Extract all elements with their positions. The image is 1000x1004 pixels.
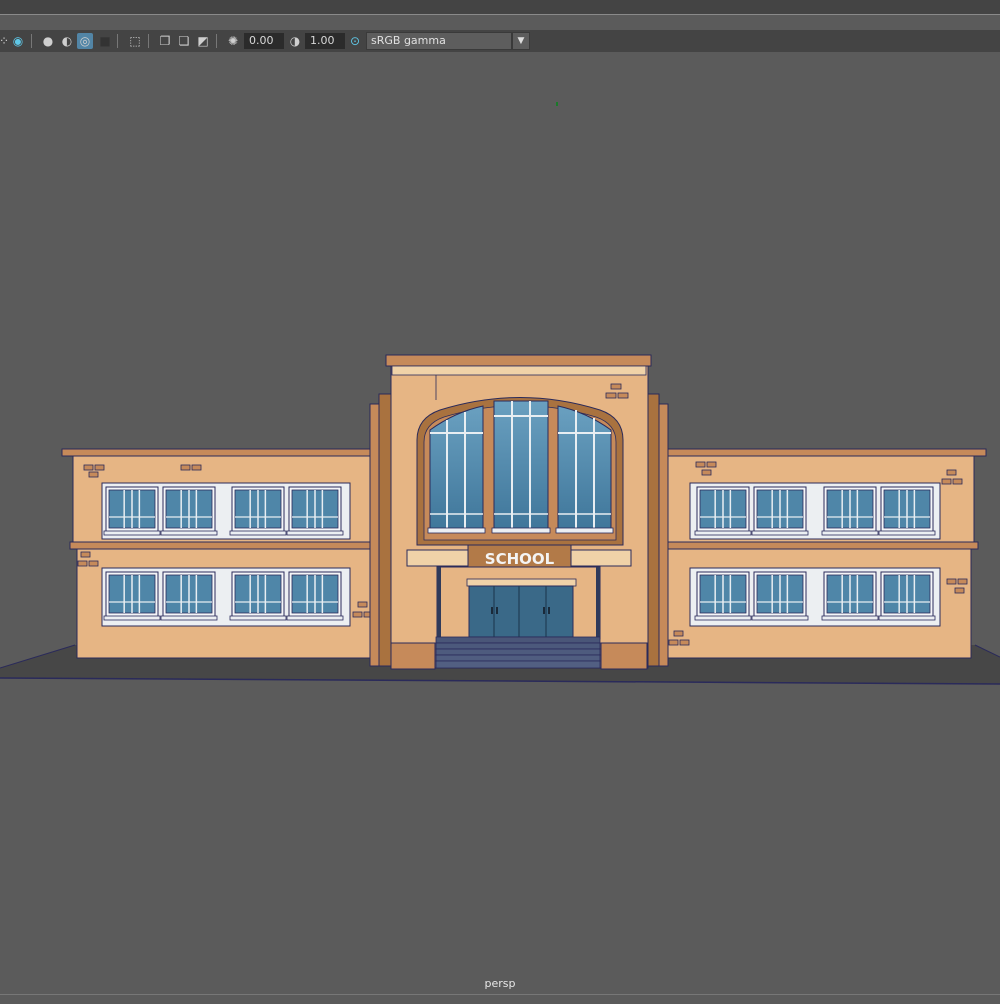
menu-strip	[0, 0, 1000, 15]
entrance-steps	[435, 636, 601, 669]
toolbar-separator	[148, 34, 149, 48]
chevron-down-icon[interactable]: ▼	[512, 32, 530, 50]
window	[878, 571, 936, 621]
window	[751, 486, 809, 536]
select-camera-icon[interactable]: ⬚	[127, 33, 143, 49]
window	[694, 571, 752, 621]
shaded-sphere-icon[interactable]: ●	[40, 33, 56, 49]
paste-icon[interactable]: ❏	[176, 33, 192, 49]
window	[160, 571, 218, 621]
window	[694, 486, 752, 536]
viewport-toolbar: ⁘ ◉ ● ◐ ◎ ■ ⬚ ❐ ❏ ◩ ✺ 0.00 ◑ 1.00 ⊙ sRGB…	[0, 30, 1000, 52]
toolbar-separator	[216, 34, 217, 48]
xray-icon[interactable]: ◉	[10, 33, 26, 49]
right-wing	[663, 448, 987, 659]
window	[103, 486, 161, 536]
exposure-icon[interactable]: ✺	[225, 33, 241, 49]
color-space-select[interactable]: sRGB gamma	[366, 32, 512, 50]
window	[103, 571, 161, 621]
window	[751, 571, 809, 621]
wireframe-sphere-icon[interactable]: ◐	[59, 33, 75, 49]
left-wing	[61, 448, 377, 659]
pivot-marker	[556, 102, 558, 106]
school-model[interactable]: SCHOOL	[0, 354, 1000, 685]
exposure-field[interactable]: 0.00	[244, 33, 284, 49]
color-management-icon[interactable]: ⊙	[347, 33, 363, 49]
toolbar-separator	[117, 34, 118, 48]
copy-icon[interactable]: ❐	[157, 33, 173, 49]
perspective-viewport[interactable]: SCHOOL	[0, 52, 1000, 1000]
isolate-icon[interactable]: ◎	[77, 33, 93, 49]
window	[286, 486, 344, 536]
entrance-doors	[468, 585, 574, 638]
viewport-border	[0, 994, 1000, 995]
viewport-canvas: SCHOOL	[0, 102, 1000, 685]
central-tower: SCHOOL	[369, 354, 669, 670]
window	[229, 571, 287, 621]
window	[286, 571, 344, 621]
gamma-icon[interactable]: ◑	[287, 33, 303, 49]
camera-label: persp	[484, 977, 516, 990]
resolution-gate-icon[interactable]: ◩	[195, 33, 211, 49]
window	[160, 486, 218, 536]
gamma-field[interactable]: 1.00	[305, 33, 345, 49]
school-sign: SCHOOL	[485, 550, 555, 568]
window	[878, 486, 936, 536]
toolbar-separator	[31, 34, 32, 48]
window	[821, 571, 879, 621]
grid-icon[interactable]: ■	[97, 33, 113, 49]
window	[821, 486, 879, 536]
window	[229, 486, 287, 536]
